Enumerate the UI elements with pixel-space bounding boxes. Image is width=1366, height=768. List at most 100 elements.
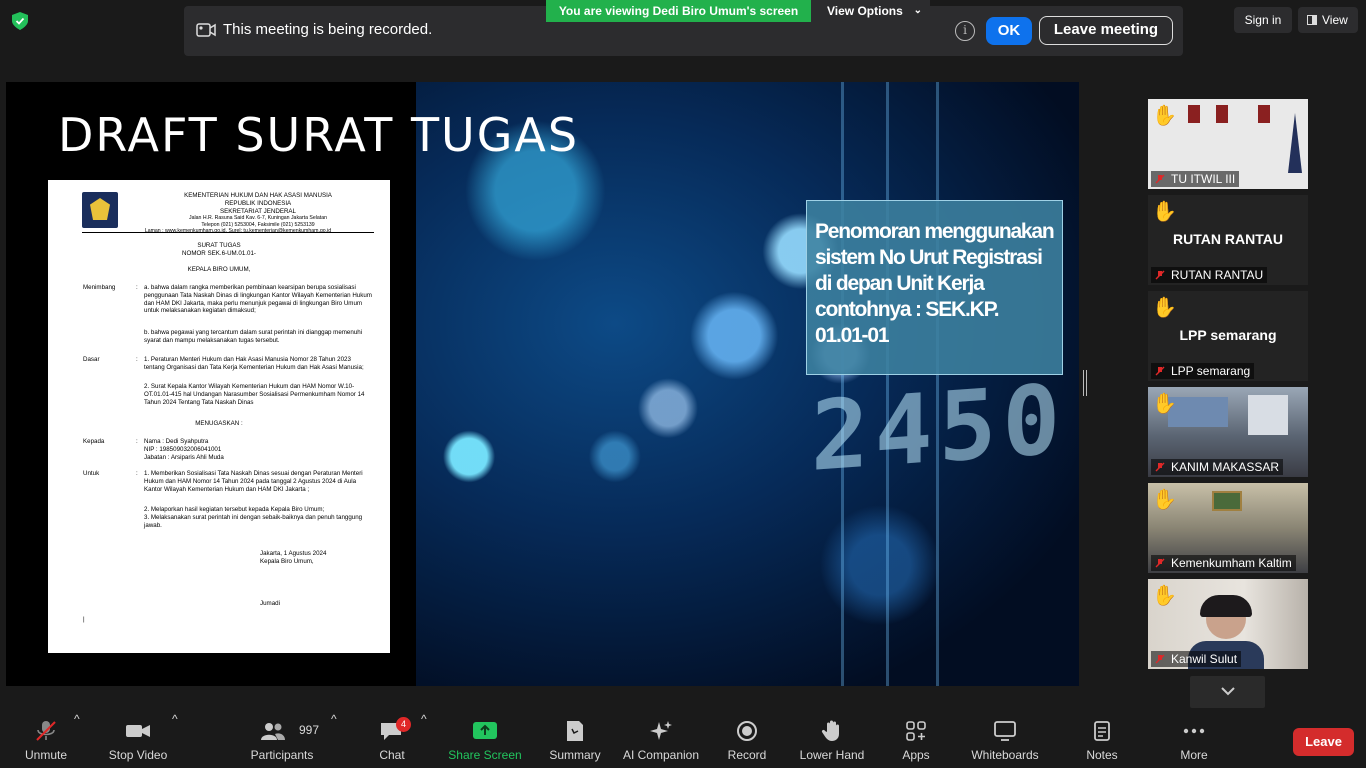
participant-name: TU ITWIL III (1171, 172, 1236, 186)
text-cursor: | (83, 616, 85, 623)
viewing-screen-banner: You are viewing Dedi Biro Umum's screen (546, 0, 811, 22)
video-options-caret-icon[interactable]: ^ (172, 712, 178, 768)
muted-mic-icon (1155, 462, 1165, 472)
view-options-label: View Options (827, 4, 903, 18)
whiteboards-button[interactable]: Whiteboards (966, 712, 1044, 768)
letterhead-divider (82, 232, 374, 233)
lower-hand-button[interactable]: Lower Hand (796, 712, 868, 768)
participant-name-label: KANIM MAKASSAR (1151, 459, 1284, 475)
participant-name: LPP semarang (1171, 364, 1251, 378)
leave-meeting-button[interactable]: Leave meeting (1039, 16, 1173, 45)
view-button[interactable]: View (1298, 7, 1358, 33)
more-label: More (1180, 748, 1208, 762)
muted-mic-icon (1155, 270, 1165, 280)
raised-hand-icon: ✋ (1152, 201, 1177, 223)
colon: : (136, 284, 138, 291)
participant-name: Kemenkumham Kaltim (1171, 556, 1292, 570)
place-date: Jakarta, 1 Agustus 2024 (260, 550, 327, 557)
letterhead: KEMENTERIAN HUKUM DAN HAK ASASI MANUSIA … (128, 192, 388, 235)
signer-name: Jumadi (260, 600, 280, 607)
stop-video-button[interactable]: Stop Video (104, 712, 172, 768)
kepada-label: Kepada (83, 438, 105, 445)
summary-document-icon (567, 721, 583, 741)
more-button[interactable]: More (1172, 712, 1216, 768)
video-camera-icon (126, 725, 150, 737)
sign-in-button[interactable]: Sign in (1234, 7, 1292, 33)
meeting-top-bar: This meeting is being recorded. You are … (0, 0, 1366, 60)
doc-issuer: KEPALA BIRO UMUM, (187, 266, 251, 273)
share-screen-label: Share Screen (448, 748, 522, 762)
participant-tile[interactable]: ✋ LPP semarang LPP semarang (1148, 291, 1308, 381)
participants-label: Participants (250, 748, 314, 762)
view-grid-icon (1307, 15, 1317, 25)
chat-caret-icon[interactable]: ^ (421, 712, 427, 768)
more-dots-icon (1183, 728, 1205, 734)
numbering-callout: Penomoran menggunakan sistem No Urut Reg… (806, 200, 1063, 375)
participant-name: KANIM MAKASSAR (1171, 460, 1280, 474)
participant-tile[interactable]: ✋ RUTAN RANTAU RUTAN RANTAU (1148, 195, 1308, 285)
ai-companion-button[interactable]: AI Companion (620, 712, 702, 768)
unmute-button[interactable]: Unmute (16, 712, 76, 768)
slide-title: DRAFT SURAT TUGAS (58, 108, 580, 162)
participant-tile[interactable]: ✋ KANIM MAKASSAR (1148, 387, 1308, 477)
whiteboard-icon (994, 721, 1016, 741)
audio-options-caret-icon[interactable]: ^ (74, 712, 80, 768)
colon: : (136, 356, 138, 363)
raised-hand-icon: ✋ (1152, 489, 1177, 511)
untuk-label: Untuk (83, 470, 100, 477)
notes-label: Notes (1086, 748, 1118, 762)
letterhead-line: REPUBLIK INDONESIA (224, 199, 292, 207)
participant-tile[interactable]: ✋ TU ITWIL III (1148, 99, 1308, 189)
recording-camera-icon (196, 23, 216, 37)
participant-name: RUTAN RANTAU (1171, 268, 1264, 282)
document-preview: KEMENTERIAN HUKUM DAN HAK ASASI MANUSIA … (48, 180, 390, 653)
participants-caret-icon[interactable]: ^ (331, 712, 337, 768)
participant-tile[interactable]: ✋ Kanwil Sulut (1148, 579, 1308, 669)
muted-mic-icon (1155, 558, 1165, 568)
participant-display-name: RUTAN RANTAU (1173, 231, 1283, 247)
muted-mic-icon (1155, 366, 1165, 376)
chat-button[interactable]: 4 Chat (370, 712, 414, 768)
meeting-toolbar: Unmute ^ Stop Video ^ 997 Participants ^… (0, 712, 1366, 768)
stop-video-label: Stop Video (108, 748, 168, 762)
whiteboards-label: Whiteboards (971, 748, 1039, 762)
sign-title: Kepala Biro Umum, (260, 558, 314, 565)
menimbang-a: a. bahwa dalam rangka memberikan pembina… (144, 284, 372, 315)
splitter-handle[interactable] (1083, 370, 1087, 396)
ok-button[interactable]: OK (986, 17, 1032, 45)
raised-hand-icon: ✋ (1152, 297, 1177, 319)
portrait-image (1188, 105, 1200, 123)
encryption-shield-icon[interactable] (12, 12, 28, 30)
summary-button[interactable]: Summary (544, 712, 606, 768)
chevron-down-icon: ⌄ (913, 5, 922, 16)
apps-label: Apps (902, 748, 930, 762)
participant-tile[interactable]: ✋ Kemenkumham Kaltim (1148, 483, 1308, 573)
participants-button[interactable]: 997 Participants (246, 712, 319, 768)
letterhead-line: KEMENTERIAN HUKUM DAN HAK ASASI MANUSIA (184, 192, 332, 199)
untuk-1: 1. Memberikan Sosialisasi Tata Naskah Di… (144, 470, 363, 493)
participant-name-label: LPP semarang (1151, 363, 1255, 379)
notes-button[interactable]: Notes (1080, 712, 1124, 768)
leave-button[interactable]: Leave (1293, 728, 1354, 756)
participant-name-label: RUTAN RANTAU (1151, 267, 1268, 283)
participant-name-label: Kemenkumham Kaltim (1151, 555, 1296, 571)
view-options-button[interactable]: View Options ⌄ (811, 0, 930, 22)
info-icon[interactable]: i (955, 21, 975, 41)
notes-icon (1094, 721, 1110, 741)
participant-display-name: LPP semarang (1179, 327, 1277, 343)
apps-button[interactable]: Apps (894, 712, 938, 768)
share-screen-button[interactable]: Share Screen (448, 712, 522, 768)
menimbang-label: Menimbang (83, 284, 116, 291)
raised-hand-icon: ✋ (1152, 585, 1177, 607)
chat-label: Chat (379, 748, 405, 762)
shared-screen: 2450 DRAFT SURAT TUGAS KEMENTERIAN HUKUM… (6, 82, 1079, 686)
portrait-image (1216, 105, 1228, 123)
gallery-scroll-down-button[interactable] (1190, 676, 1265, 708)
colon: : (136, 470, 138, 477)
share-screen-icon (473, 722, 497, 739)
kepada-jabatan: Jabatan : Arsiparis Ahli Muda (144, 454, 224, 461)
record-button[interactable]: Record (724, 712, 770, 768)
dasar-label: Dasar (83, 356, 100, 363)
participant-name-label: Kanwil Sulut (1151, 651, 1242, 667)
recording-text: This meeting is being recorded. (223, 21, 433, 38)
